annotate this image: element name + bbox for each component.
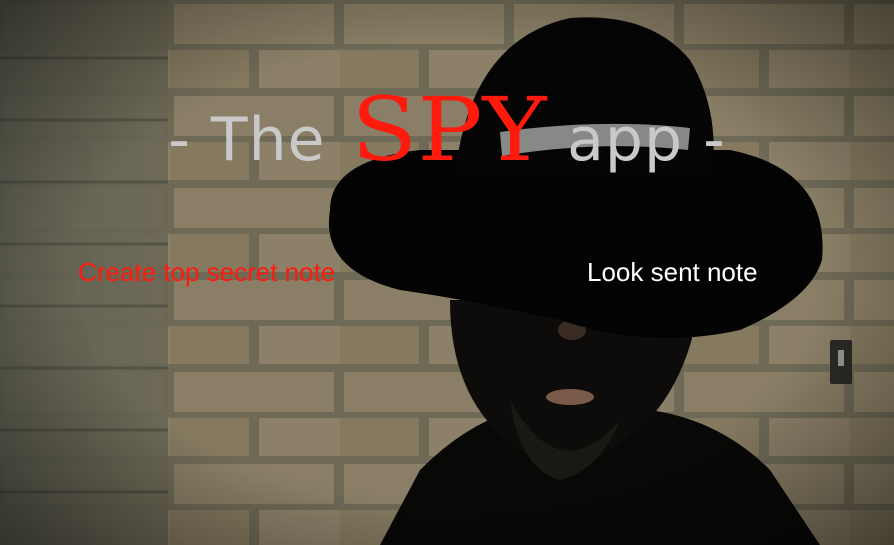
- title-prefix: - The: [168, 105, 326, 175]
- app-title: - The SPY app -: [0, 78, 894, 188]
- look-sent-note-link[interactable]: Look sent note: [587, 257, 758, 288]
- create-note-link[interactable]: Create top secret note: [78, 257, 335, 288]
- title-brand: SPY: [350, 78, 547, 181]
- title-suffix: app -: [567, 105, 726, 175]
- page: - The SPY app - Create top secret note L…: [0, 0, 894, 545]
